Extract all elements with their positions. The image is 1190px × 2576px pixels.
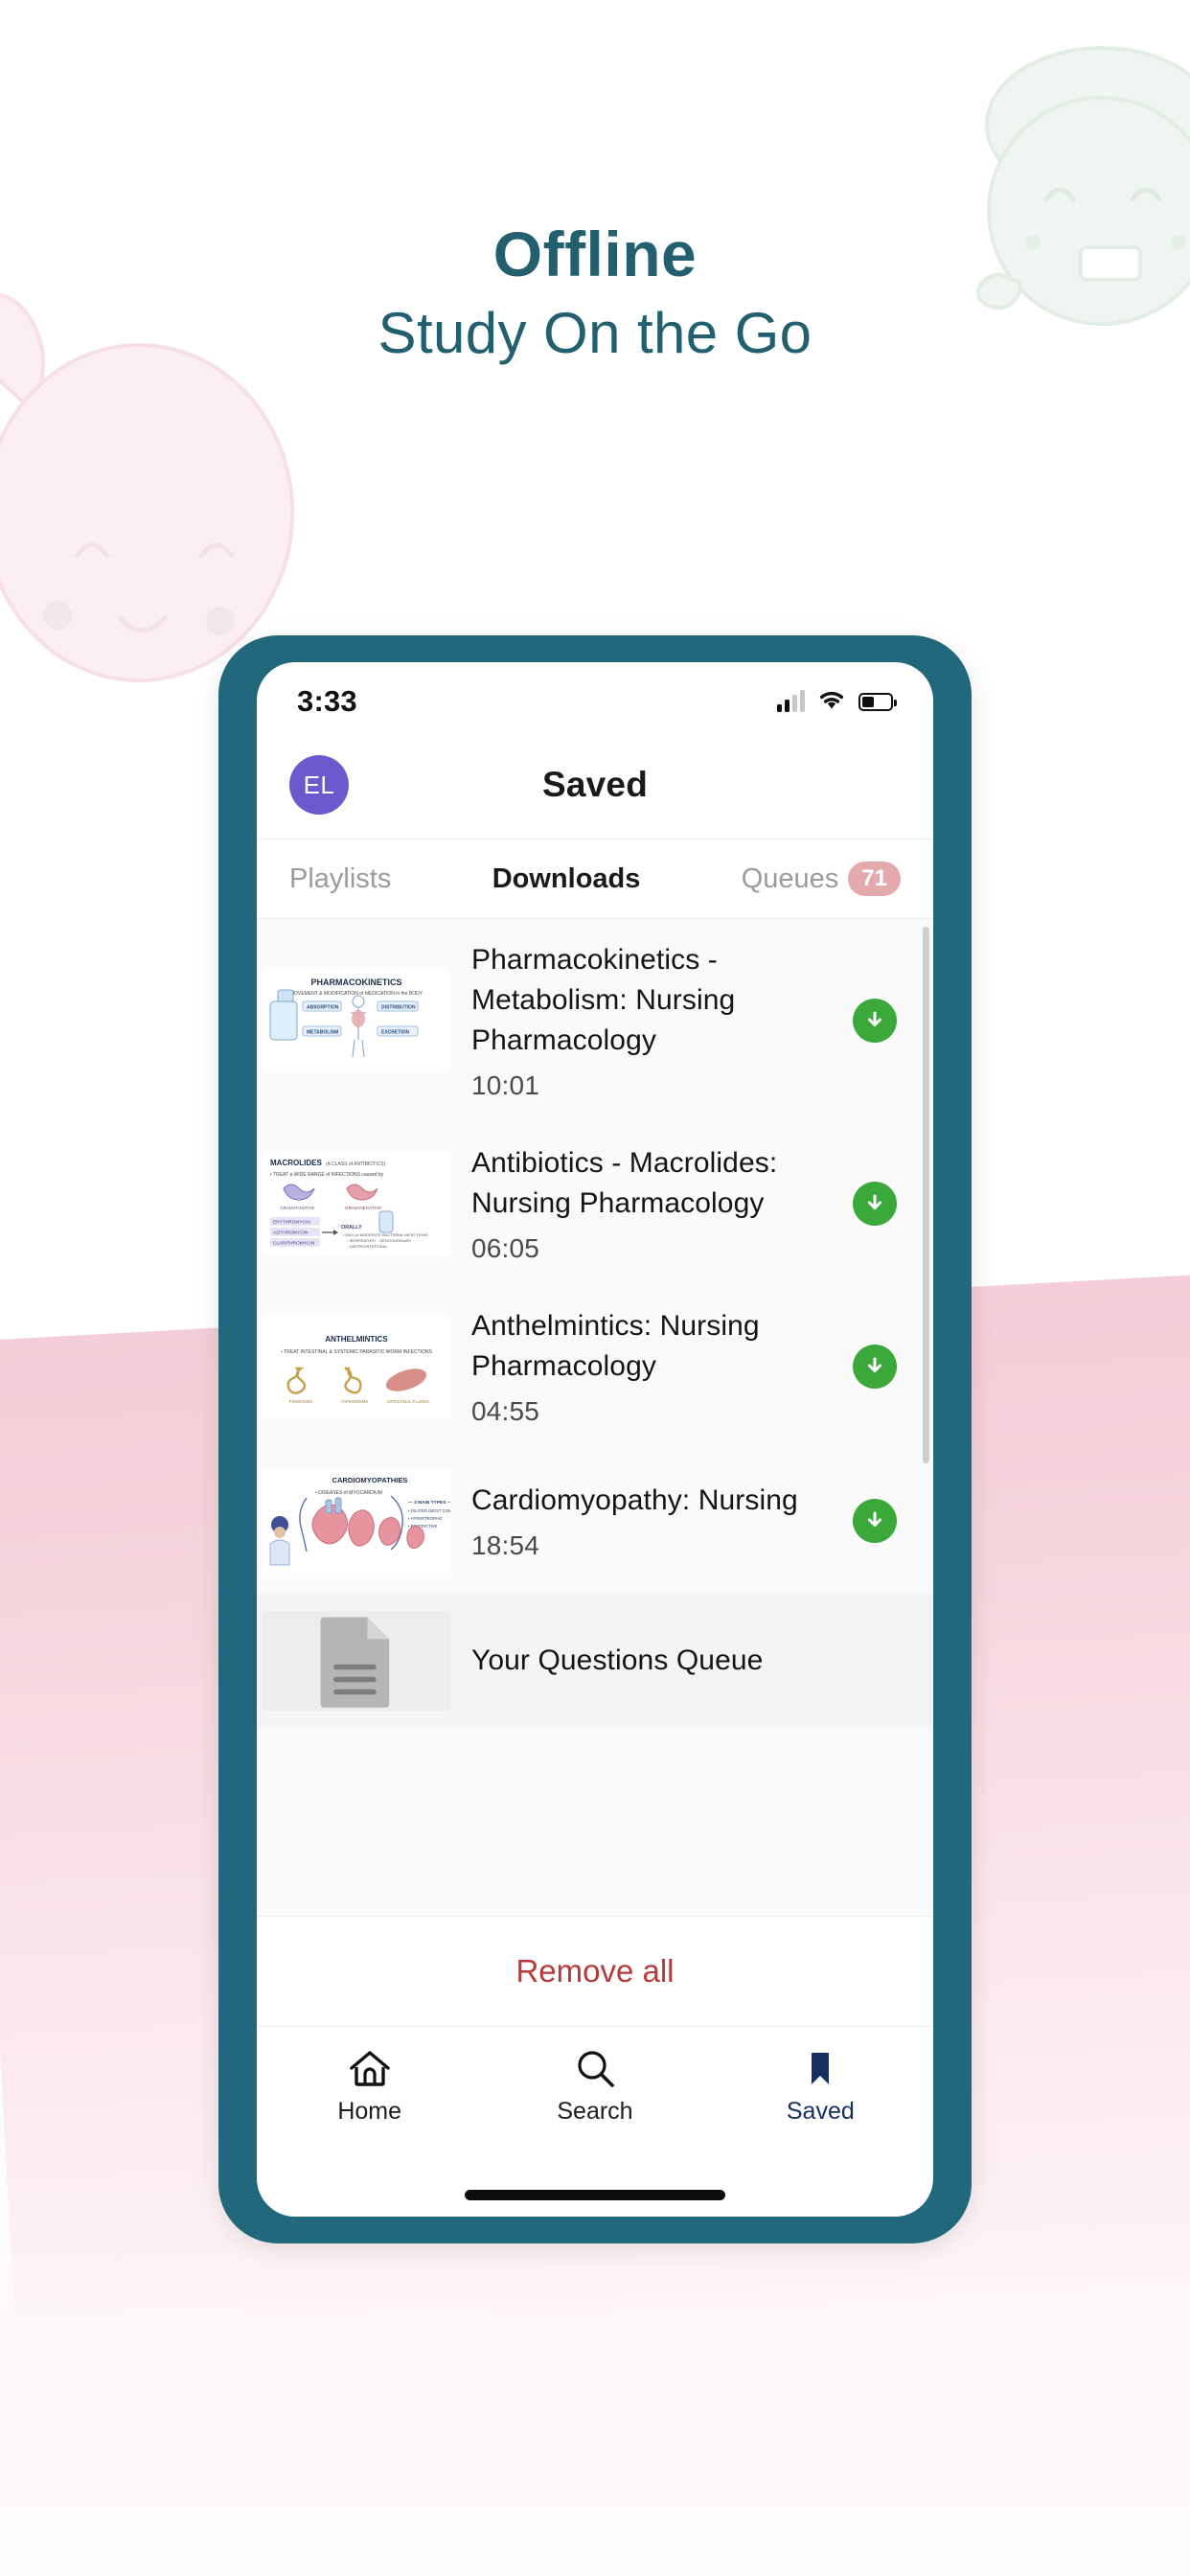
nav-item-home[interactable]: Home	[298, 2048, 442, 2126]
table-row[interactable]: ANTHELMINTICS • TREAT INTESTINAL & SYSTE…	[257, 1285, 933, 1448]
status-time: 3:33	[297, 684, 357, 718]
tab-queues-label: Queues	[741, 862, 839, 894]
tab-playlists[interactable]: Playlists	[289, 863, 391, 895]
downloads-list[interactable]: PHARMACOKINETICS MOVEMENT & MODIFICATION…	[257, 919, 933, 1916]
svg-text:• TREAT a WIDE RANGE of INFECT: • TREAT a WIDE RANGE of INFECTIONS cause…	[270, 1172, 384, 1178]
svg-text:DISTRIBUTION: DISTRIBUTION	[381, 1005, 416, 1011]
svg-text:CLARITHROMYCIN: CLARITHROMYCIN	[273, 1241, 315, 1247]
download-arrow-icon[interactable]	[853, 1499, 897, 1543]
remove-all-button[interactable]: Remove all	[257, 1916, 933, 2027]
nav-item-saved-label: Saved	[786, 2098, 855, 2125]
cellular-signal-icon	[777, 690, 805, 712]
download-arrow-icon[interactable]	[853, 1182, 897, 1226]
svg-text:ORALLY: ORALLY	[341, 1225, 362, 1230]
svg-text:INTESTINAL FLUKES: INTESTINAL FLUKES	[387, 1399, 429, 1404]
svg-text:• DISEASES of MYOCARDIUM: • DISEASES of MYOCARDIUM	[315, 1490, 382, 1496]
tab-bar: Playlists Downloads Queues 71	[257, 839, 933, 919]
svg-text:- GASTROINTESTINAL: - GASTROINTESTINAL	[347, 1244, 388, 1249]
avatar[interactable]: EL	[289, 755, 349, 815]
svg-text:MACROLIDES: MACROLIDES	[270, 1159, 322, 1167]
bottom-nav: Home Search Saved	[257, 2027, 933, 2173]
search-icon	[573, 2048, 617, 2090]
tab-playlists-label: Playlists	[289, 862, 392, 894]
download-arrow-icon[interactable]	[853, 999, 897, 1043]
thumbnail-cardiomyopathy: CARDIOMYOPATHIES • DISEASES of MYOCARDIU…	[263, 1469, 450, 1573]
svg-text:METABOLISM: METABOLISM	[307, 1030, 338, 1036]
avatar-initials: EL	[303, 770, 335, 799]
nav-item-home-label: Home	[337, 2098, 401, 2125]
svg-text:• TREAT INTESTINAL & SYSTEMIC: • TREAT INTESTINAL & SYSTEMIC PARASITIC …	[281, 1349, 432, 1355]
tab-downloads[interactable]: Downloads	[492, 863, 641, 895]
svg-text:ERYTHROMYCIN: ERYTHROMYCIN	[273, 1220, 310, 1226]
thumbnail-pharmacokinetics: PHARMACOKINETICS MOVEMENT & MODIFICATION…	[263, 969, 450, 1072]
status-bar: 3:33	[257, 662, 933, 731]
row-duration: 10:01	[471, 1070, 540, 1100]
row-body: Cardiomyopathy: Nursing 18:54	[471, 1481, 832, 1561]
bookmark-icon	[798, 2048, 842, 2090]
thumbnail-macrolides: MACROLIDES (A CLASS of ANTIBIOTICS) • TR…	[263, 1152, 450, 1255]
svg-text:• HYPERTROPHIC: • HYPERTROPHIC	[408, 1516, 443, 1521]
row-title: Your Questions Queue	[471, 1644, 764, 1676]
hero-title-line2: Study On the Go	[378, 301, 812, 365]
row-title: Pharmacokinetics - Metabolism: Nursing P…	[471, 944, 736, 1056]
table-row[interactable]: MACROLIDES (A CLASS of ANTIBIOTICS) • TR…	[257, 1122, 933, 1285]
nav-item-search-label: Search	[557, 2098, 633, 2125]
row-body: Anthelmintics: Nursing Pharmacology 04:5…	[471, 1306, 832, 1427]
svg-text:TAPEWORMS: TAPEWORMS	[341, 1399, 369, 1404]
scrollbar[interactable]	[923, 927, 929, 1463]
svg-text:• DILATED (MOST COMMON): • DILATED (MOST COMMON)	[408, 1508, 450, 1513]
svg-text:- RESPIRATORY - GENITOURIN: - RESPIRATORY - GENITOURINARY	[347, 1238, 412, 1243]
svg-text:PINWORMS: PINWORMS	[289, 1399, 313, 1404]
thumbnail-anthelmintics: ANTHELMINTICS • TREAT INTESTINAL & SYSTE…	[263, 1315, 450, 1418]
row-body: Antibiotics - Macrolides: Nursing Pharma…	[471, 1143, 832, 1264]
table-row[interactable]: CARDIOMYOPATHIES • DISEASES of MYOCARDIU…	[257, 1448, 933, 1594]
svg-text:ABSORPTION: ABSORPTION	[307, 1005, 339, 1011]
svg-text:• MILD to MODERATE BACTERIAL I: • MILD to MODERATE BACTERIAL INFECTIONS	[343, 1232, 428, 1237]
row-duration: 06:05	[471, 1233, 540, 1263]
remove-all-label: Remove all	[515, 1953, 675, 1989]
row-title: Anthelmintics: Nursing Pharmacology	[471, 1310, 760, 1382]
svg-text:AZITHROMYCIN: AZITHROMYCIN	[273, 1230, 309, 1236]
svg-text:— 3 MAIN TYPES —: — 3 MAIN TYPES —	[408, 1500, 450, 1506]
promo-screenshot: Offline Study On the Go 3:33 EL Saved Pl…	[0, 0, 1190, 2576]
tab-queues[interactable]: Queues 71	[742, 862, 901, 896]
app-header: EL Saved	[257, 731, 933, 839]
svg-text:(A CLASS of ANTIBIOTICS): (A CLASS of ANTIBIOTICS)	[326, 1162, 386, 1167]
status-icons	[777, 688, 897, 715]
nav-item-search[interactable]: Search	[523, 2048, 667, 2126]
svg-text:GRAM-POSITIVE: GRAM-POSITIVE	[280, 1206, 315, 1210]
row-duration: 18:54	[471, 1530, 540, 1560]
download-arrow-icon[interactable]	[853, 1345, 897, 1389]
nav-item-saved[interactable]: Saved	[748, 2048, 892, 2126]
wifi-icon	[817, 688, 846, 715]
row-body: Pharmacokinetics - Metabolism: Nursing P…	[471, 940, 832, 1101]
svg-text:PHARMACOKINETICS: PHARMACOKINETICS	[310, 978, 401, 987]
row-duration: 04:55	[471, 1396, 540, 1426]
svg-text:EXCRETION: EXCRETION	[381, 1030, 410, 1036]
row-title: Antibiotics - Macrolides: Nursing Pharma…	[471, 1147, 778, 1219]
tab-downloads-label: Downloads	[492, 862, 641, 894]
list-item-questions-queue[interactable]: Your Questions Queue	[257, 1594, 933, 1728]
battery-icon	[858, 692, 897, 711]
phone-screen: 3:33 EL Saved Playlists Downloads Queues…	[257, 662, 933, 2217]
svg-text:GRAM-NEGATIVE: GRAM-NEGATIVE	[345, 1206, 381, 1210]
svg-text:CARDIOMYOPATHIES: CARDIOMYOPATHIES	[332, 1476, 407, 1484]
svg-text:ANTHELMINTICS: ANTHELMINTICS	[325, 1335, 388, 1344]
hero-title-line1: Offline	[492, 218, 698, 289]
hero-heading: Offline Study On the Go	[0, 217, 1190, 370]
table-row[interactable]: PHARMACOKINETICS MOVEMENT & MODIFICATION…	[257, 919, 933, 1122]
home-icon	[348, 2048, 392, 2090]
home-indicator	[257, 2173, 933, 2217]
row-body: Your Questions Queue	[471, 1641, 914, 1681]
page-title: Saved	[541, 765, 648, 804]
row-title: Cardiomyopathy: Nursing	[471, 1484, 798, 1516]
queues-badge: 71	[848, 862, 901, 896]
document-icon	[263, 1611, 450, 1711]
